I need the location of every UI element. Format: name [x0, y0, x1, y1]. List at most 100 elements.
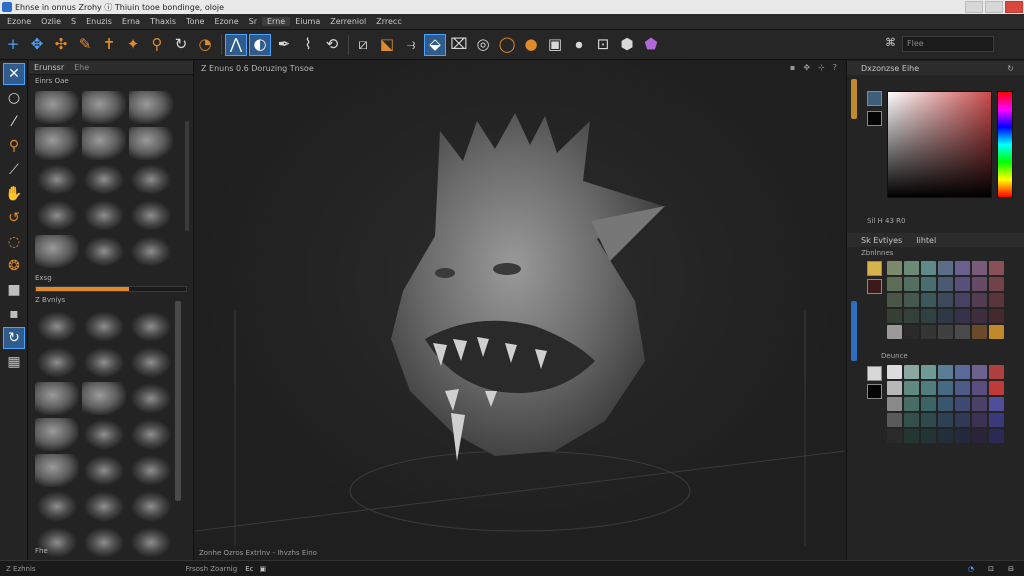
- brush-scrollbar[interactable]: [185, 121, 189, 231]
- brush-thumbnail[interactable]: [82, 346, 126, 379]
- brush-thumbnail[interactable]: [35, 199, 79, 232]
- settings-icon[interactable]: ⊡: [988, 565, 994, 573]
- frame-icon[interactable]: ▣: [544, 34, 566, 56]
- brush-thumbnail[interactable]: [82, 418, 126, 451]
- brush-thumbnail[interactable]: [35, 91, 79, 124]
- brush-thumbnail[interactable]: [82, 91, 126, 124]
- blade-tool-icon[interactable]: ⟋: [3, 159, 25, 181]
- palette-swatch[interactable]: [972, 413, 987, 427]
- palette-swatch[interactable]: [921, 429, 936, 443]
- brush-thumbnail[interactable]: [35, 310, 79, 343]
- menu-item[interactable]: Zrrecc: [371, 17, 406, 26]
- brush-icon[interactable]: ⬙: [424, 33, 446, 56]
- palette-swatch[interactable]: [887, 413, 902, 427]
- palette-swatch[interactable]: [972, 277, 987, 291]
- palette-swatch[interactable]: [938, 365, 953, 379]
- brush-thumbnail[interactable]: [129, 235, 173, 268]
- palette-swatch[interactable]: [938, 277, 953, 291]
- palette-swatch[interactable]: [921, 413, 936, 427]
- palette-swatch[interactable]: [972, 309, 987, 323]
- palette-swatch[interactable]: [904, 325, 919, 339]
- brush-thumbnail[interactable]: [82, 490, 126, 523]
- square-tool-icon[interactable]: ■: [3, 279, 25, 301]
- primary-color-swatch[interactable]: [867, 91, 882, 106]
- palette-swatch[interactable]: [972, 429, 987, 443]
- palette-swatch[interactable]: [887, 261, 902, 275]
- dots-icon[interactable]: ⦁: [568, 34, 590, 56]
- palette-swatch[interactable]: [955, 413, 970, 427]
- brush-thumbnail[interactable]: [129, 346, 173, 379]
- cube-icon[interactable]: ⬟: [640, 34, 662, 56]
- brush-thumbnail[interactable]: [129, 163, 173, 196]
- palette-swatch[interactable]: [972, 381, 987, 395]
- brush-thumbnail[interactable]: [129, 418, 173, 451]
- palette-swatch[interactable]: [989, 381, 1004, 395]
- hue-slider[interactable]: [997, 91, 1013, 198]
- menu-item[interactable]: Ozlie: [36, 17, 66, 26]
- swatches-tab-b[interactable]: Iihtel: [916, 236, 936, 245]
- square2-tool-icon[interactable]: ▪: [3, 303, 25, 325]
- palette-swatch[interactable]: [938, 309, 953, 323]
- menu-item[interactable]: Thaxis: [145, 17, 181, 26]
- slice-icon[interactable]: ⧄: [352, 34, 374, 56]
- loop-tool-icon[interactable]: ◌: [3, 231, 25, 253]
- swatches-tab-a[interactable]: Sk Evtiyes: [861, 236, 902, 245]
- menu-item[interactable]: Ezone: [209, 17, 243, 26]
- palette-swatch[interactable]: [887, 309, 902, 323]
- brush-thumbnail[interactable]: [82, 454, 126, 487]
- palette-swatch[interactable]: [938, 293, 953, 307]
- circle-tool-icon[interactable]: ○: [3, 87, 25, 109]
- palette-swatch[interactable]: [972, 293, 987, 307]
- pen-icon[interactable]: ✒: [273, 34, 295, 56]
- palette-swatch[interactable]: [955, 429, 970, 443]
- curve-icon[interactable]: ⌇: [297, 34, 319, 56]
- sphere-icon[interactable]: ●: [520, 34, 542, 56]
- swatch-yellow[interactable]: [867, 261, 882, 276]
- palette-swatch[interactable]: [887, 429, 902, 443]
- palette-swatch[interactable]: [938, 261, 953, 275]
- menu-item[interactable]: S: [66, 17, 81, 26]
- gradient-tool-icon[interactable]: ▦: [3, 351, 25, 373]
- palette-swatch[interactable]: [887, 277, 902, 291]
- refresh-icon[interactable]: ↻: [1007, 64, 1014, 73]
- palette-swatch[interactable]: [904, 293, 919, 307]
- palette-swatch[interactable]: [887, 381, 902, 395]
- palette-swatch[interactable]: [921, 325, 936, 339]
- lock-icon[interactable]: ⊡: [592, 34, 614, 56]
- palette-swatch[interactable]: [887, 293, 902, 307]
- swatch-dark-red[interactable]: [867, 279, 882, 294]
- brush-thumbnail[interactable]: [129, 127, 173, 160]
- brush-thumbnail[interactable]: [35, 346, 79, 379]
- brush-thumbnail[interactable]: [35, 454, 79, 487]
- palette-swatch[interactable]: [955, 261, 970, 275]
- swatch-black[interactable]: [867, 384, 882, 399]
- loop-icon[interactable]: ⟲: [321, 34, 343, 56]
- brush-thumbnail[interactable]: [129, 454, 173, 487]
- palette-swatch[interactable]: [938, 397, 953, 411]
- maximize-button[interactable]: [985, 1, 1003, 13]
- brush-thumbnail[interactable]: [129, 490, 173, 523]
- brush-thumbnail[interactable]: [35, 382, 79, 415]
- palette-swatch[interactable]: [887, 365, 902, 379]
- menu-item[interactable]: Erne: [262, 17, 291, 26]
- panel-scroll-indicator[interactable]: [851, 79, 857, 119]
- palette-swatch[interactable]: [989, 309, 1004, 323]
- select-tool-icon[interactable]: ✕: [3, 63, 25, 85]
- brush-thumbnail[interactable]: [129, 91, 173, 124]
- palette-swatch[interactable]: [989, 261, 1004, 275]
- minimize-button[interactable]: [965, 1, 983, 13]
- palette-swatch[interactable]: [887, 325, 902, 339]
- brush-thumbnail[interactable]: [35, 163, 79, 196]
- swatch-light[interactable]: [867, 366, 882, 381]
- palette-swatch[interactable]: [955, 277, 970, 291]
- brush-thumbnail[interactable]: [129, 310, 173, 343]
- stroke-tool-icon[interactable]: ⁄: [3, 111, 25, 133]
- menu-item[interactable]: Eiuma: [290, 17, 325, 26]
- panel-scroll-indicator[interactable]: [851, 301, 857, 361]
- knot-tool-icon[interactable]: ⚲: [3, 135, 25, 157]
- palette-swatch[interactable]: [955, 397, 970, 411]
- notification-icon[interactable]: ⊟: [1008, 565, 1014, 573]
- smooth-icon[interactable]: ◔: [194, 34, 216, 56]
- palette-swatch[interactable]: [938, 429, 953, 443]
- palette-swatch[interactable]: [989, 397, 1004, 411]
